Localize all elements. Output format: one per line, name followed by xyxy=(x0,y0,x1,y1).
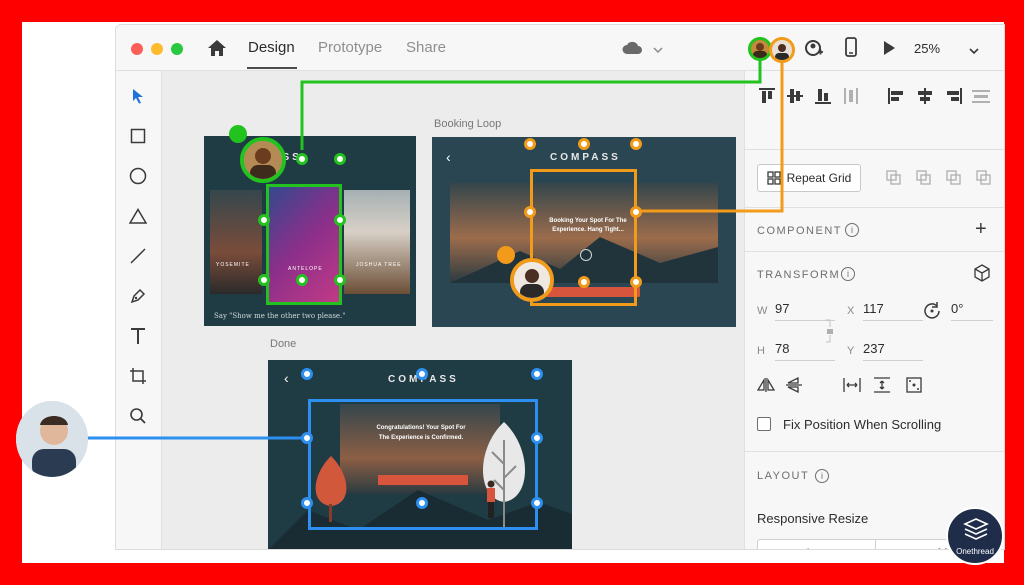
blue-handle[interactable] xyxy=(531,432,543,444)
green-handle[interactable] xyxy=(296,153,308,165)
blue-handle[interactable] xyxy=(416,368,428,380)
green-handle[interactable] xyxy=(334,274,346,286)
green-handle[interactable] xyxy=(334,153,346,165)
green-handle[interactable] xyxy=(334,214,346,226)
blue-handle[interactable] xyxy=(301,497,313,509)
orange-handle[interactable] xyxy=(524,206,536,218)
collaborator-avatar-blue[interactable] xyxy=(16,401,88,477)
green-handle[interactable] xyxy=(258,274,270,286)
collaborator-avatar-green-canvas[interactable] xyxy=(240,137,286,183)
collaborator-avatar-orange-canvas[interactable] xyxy=(510,258,554,302)
green-handle[interactable] xyxy=(296,274,308,286)
blue-handle[interactable] xyxy=(301,368,313,380)
orange-handle[interactable] xyxy=(630,276,642,288)
green-cursor-dot xyxy=(229,125,247,143)
orange-handle[interactable] xyxy=(630,206,642,218)
blue-handle[interactable] xyxy=(531,368,543,380)
onethread-logo-icon xyxy=(963,518,989,540)
orange-handle[interactable] xyxy=(578,138,590,150)
green-handle[interactable] xyxy=(258,214,270,226)
onethread-badge: Onethread xyxy=(946,507,1004,565)
orange-handle[interactable] xyxy=(578,276,590,288)
blue-handle[interactable] xyxy=(301,432,313,444)
onethread-brand-name: Onethread xyxy=(956,547,994,556)
orange-handle[interactable] xyxy=(524,138,536,150)
handles-layer: Onethread xyxy=(0,0,1024,585)
blue-handle[interactable] xyxy=(416,497,428,509)
orange-handle[interactable] xyxy=(630,138,642,150)
blue-handle[interactable] xyxy=(531,497,543,509)
orange-cursor-dot xyxy=(497,246,515,264)
